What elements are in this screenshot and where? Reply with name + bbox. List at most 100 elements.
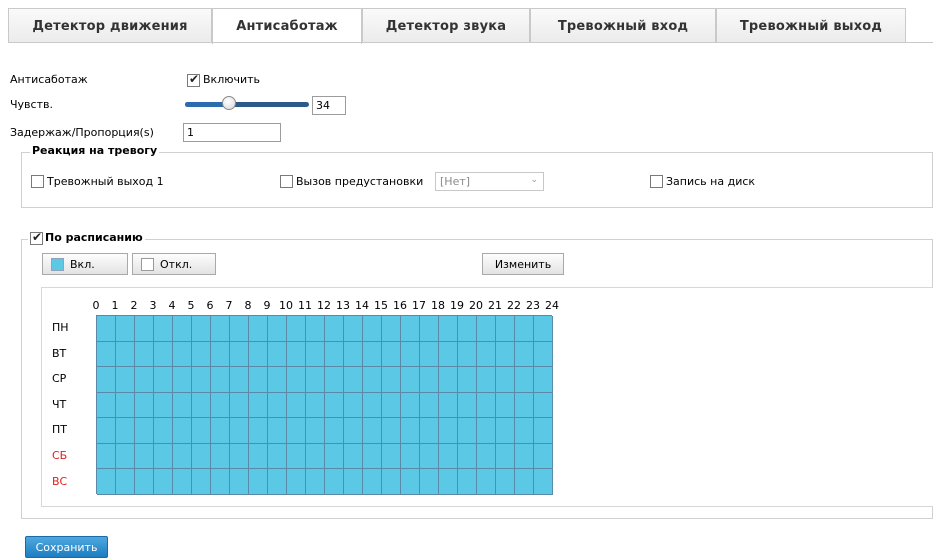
schedule-cell[interactable] xyxy=(116,443,135,470)
schedule-cell[interactable] xyxy=(192,341,211,368)
schedule-cell[interactable] xyxy=(439,469,458,495)
schedule-cell[interactable] xyxy=(458,469,477,495)
schedule-cell[interactable] xyxy=(515,418,534,444)
schedule-cell[interactable] xyxy=(458,367,477,393)
schedule-cell[interactable] xyxy=(420,392,439,419)
schedule-cell[interactable] xyxy=(496,316,515,342)
schedule-cell[interactable] xyxy=(344,316,363,342)
schedule-cell[interactable] xyxy=(97,341,116,368)
schedule-cell[interactable] xyxy=(287,392,306,419)
schedule-cell[interactable] xyxy=(515,367,534,393)
schedule-cell[interactable] xyxy=(382,316,401,342)
schedule-cell[interactable] xyxy=(135,392,154,419)
schedule-cell[interactable] xyxy=(420,443,439,470)
enable-checkbox[interactable] xyxy=(187,72,200,87)
schedule-cell[interactable] xyxy=(287,367,306,393)
schedule-cell[interactable] xyxy=(249,341,268,368)
schedule-cell[interactable] xyxy=(154,316,173,342)
schedule-cell[interactable] xyxy=(382,392,401,419)
schedule-cell[interactable] xyxy=(192,316,211,342)
schedule-cell[interactable] xyxy=(230,392,249,419)
schedule-cell[interactable] xyxy=(477,443,496,470)
schedule-cell[interactable] xyxy=(135,443,154,470)
schedule-cell[interactable] xyxy=(230,418,249,444)
schedule-cell[interactable] xyxy=(154,443,173,470)
schedule-cell[interactable] xyxy=(515,316,534,342)
schedule-cell[interactable] xyxy=(363,316,382,342)
schedule-cell[interactable] xyxy=(306,367,325,393)
schedule-cell[interactable] xyxy=(477,367,496,393)
schedule-cell[interactable] xyxy=(173,392,192,419)
schedule-cell[interactable] xyxy=(363,392,382,419)
schedule-cell[interactable] xyxy=(116,367,135,393)
schedule-cell[interactable] xyxy=(249,392,268,419)
tab-antisabotage[interactable]: Антисаботаж xyxy=(212,8,362,44)
schedule-cell[interactable] xyxy=(458,316,477,342)
schedule-cell[interactable] xyxy=(249,316,268,342)
schedule-cell[interactable] xyxy=(458,443,477,470)
schedule-cell[interactable] xyxy=(306,469,325,495)
schedule-cell[interactable] xyxy=(154,341,173,368)
schedule-cell[interactable] xyxy=(439,392,458,419)
schedule-cell[interactable] xyxy=(268,418,287,444)
schedule-cell[interactable] xyxy=(249,443,268,470)
schedule-cell[interactable] xyxy=(344,443,363,470)
schedule-cell[interactable] xyxy=(401,418,420,444)
schedule-cell[interactable] xyxy=(268,367,287,393)
schedule-cell[interactable] xyxy=(211,367,230,393)
record-checkbox[interactable] xyxy=(650,175,663,188)
sensitivity-slider-handle[interactable] xyxy=(222,96,236,110)
schedule-cell[interactable] xyxy=(154,392,173,419)
schedule-cell[interactable] xyxy=(496,341,515,368)
alarm-output-checkbox[interactable] xyxy=(31,175,44,188)
schedule-cell[interactable] xyxy=(230,443,249,470)
schedule-cell[interactable] xyxy=(268,392,287,419)
schedule-cell[interactable] xyxy=(515,443,534,470)
schedule-cell[interactable] xyxy=(97,443,116,470)
schedule-cell[interactable] xyxy=(439,418,458,444)
schedule-cell[interactable] xyxy=(97,316,116,342)
schedule-cell[interactable] xyxy=(344,341,363,368)
schedule-cell[interactable] xyxy=(325,443,344,470)
schedule-cell[interactable] xyxy=(477,341,496,368)
preset-call-checkbox[interactable] xyxy=(280,175,293,188)
schedule-cell[interactable] xyxy=(211,392,230,419)
schedule-grid[interactable] xyxy=(96,315,553,495)
schedule-cell[interactable] xyxy=(439,316,458,342)
delay-input[interactable] xyxy=(183,123,281,142)
schedule-checkbox[interactable] xyxy=(30,230,43,245)
schedule-cell[interactable] xyxy=(439,443,458,470)
schedule-cell[interactable] xyxy=(306,443,325,470)
schedule-cell[interactable] xyxy=(173,469,192,495)
schedule-cell[interactable] xyxy=(363,469,382,495)
schedule-cell[interactable] xyxy=(496,392,515,419)
schedule-cell[interactable] xyxy=(116,418,135,444)
schedule-cell[interactable] xyxy=(534,469,553,495)
schedule-cell[interactable] xyxy=(173,341,192,368)
schedule-cell[interactable] xyxy=(268,341,287,368)
schedule-cell[interactable] xyxy=(135,341,154,368)
schedule-cell[interactable] xyxy=(97,367,116,393)
tab-alarm-output[interactable]: Тревожный выход xyxy=(716,8,906,43)
schedule-cell[interactable] xyxy=(477,392,496,419)
on-button[interactable]: Вкл. xyxy=(42,253,128,275)
schedule-cell[interactable] xyxy=(439,367,458,393)
schedule-cell[interactable] xyxy=(116,316,135,342)
schedule-cell[interactable] xyxy=(230,341,249,368)
schedule-cell[interactable] xyxy=(97,469,116,495)
schedule-cell[interactable] xyxy=(154,367,173,393)
schedule-cell[interactable] xyxy=(306,392,325,419)
schedule-cell[interactable] xyxy=(116,341,135,368)
schedule-cell[interactable] xyxy=(534,367,553,393)
sensitivity-input[interactable] xyxy=(312,96,346,115)
schedule-cell[interactable] xyxy=(344,392,363,419)
schedule-cell[interactable] xyxy=(515,392,534,419)
schedule-cell[interactable] xyxy=(173,443,192,470)
schedule-cell[interactable] xyxy=(496,469,515,495)
save-button[interactable]: Сохранить xyxy=(25,536,108,558)
schedule-cell[interactable] xyxy=(173,367,192,393)
schedule-cell[interactable] xyxy=(420,367,439,393)
schedule-cell[interactable] xyxy=(420,469,439,495)
schedule-cell[interactable] xyxy=(97,392,116,419)
schedule-cell[interactable] xyxy=(135,367,154,393)
